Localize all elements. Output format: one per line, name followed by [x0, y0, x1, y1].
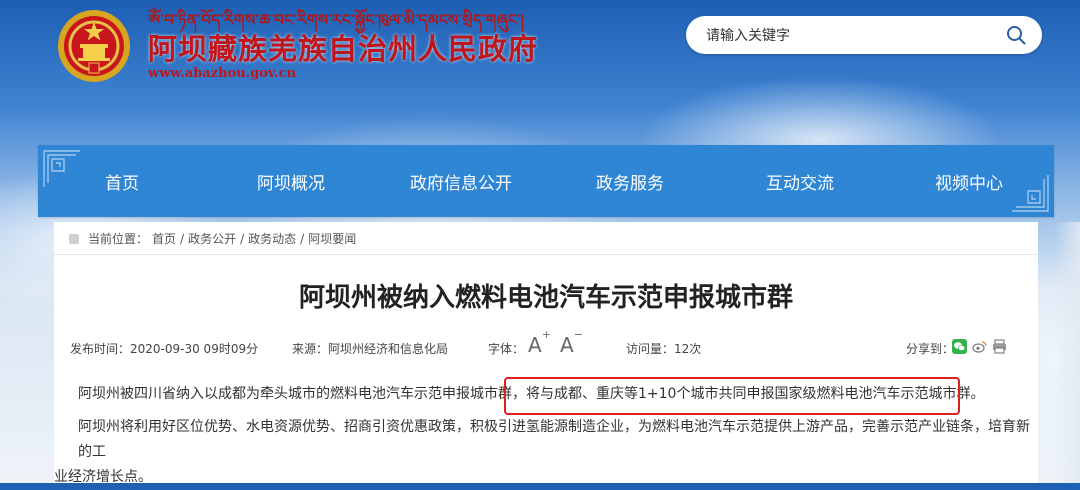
breadcrumb-prefix: 当前位置：	[88, 232, 149, 246]
share-label: 分享到：	[906, 342, 955, 356]
publish-time-label: 发布时间：	[70, 342, 131, 356]
breadcrumb-gov-affairs[interactable]: 政务公开	[188, 230, 236, 247]
main-nav: 首页 阿坝概况 政府信息公开 政务服务 互动交流 视频中心	[38, 145, 1054, 217]
nav-item-gov-info[interactable]: 政府信息公开	[410, 169, 512, 194]
page-edge-shade	[1054, 222, 1080, 483]
font-increase-sup: +	[541, 328, 551, 342]
breadcrumb-separator: /	[180, 231, 185, 246]
breadcrumb-aba-news[interactable]: 阿坝要闻	[308, 230, 356, 247]
font-decrease-button[interactable]: A−	[560, 329, 583, 357]
nav-item-video[interactable]: 视频中心	[935, 169, 1003, 194]
breadcrumb-gov-news[interactable]: 政务动态	[248, 230, 296, 247]
breadcrumb-home[interactable]: 首页	[152, 230, 176, 247]
nav-item-home[interactable]: 首页	[105, 169, 139, 194]
font-decrease-glyph: A	[560, 333, 574, 357]
divider	[54, 254, 1038, 255]
breadcrumb: 当前位置： 首页 / 政务公开 / 政务动态 / 阿坝要闻	[68, 230, 356, 247]
paragraph-2-line-2: 业经济增长点。	[54, 469, 152, 485]
views-count: 12次	[674, 342, 702, 356]
font-size-label: 字体：	[488, 342, 525, 356]
location-icon	[69, 233, 79, 244]
breadcrumb-separator: /	[240, 231, 245, 246]
breadcrumb-separator: /	[300, 231, 305, 246]
article-title: 阿坝州被纳入燃料电池汽车示范申报城市群	[298, 283, 793, 313]
nav-item-overview[interactable]: 阿坝概况	[257, 169, 325, 194]
corner-ornament-icon	[1012, 175, 1049, 212]
nav-item-services[interactable]: 政务服务	[596, 169, 664, 194]
highlight-annotation-box	[504, 377, 960, 415]
paragraph-1-lead: 阿坝州被四川省纳入以成都为牵头城市的燃料电池汽车示范申报城市群，	[78, 386, 526, 402]
search-input[interactable]	[704, 25, 988, 47]
site-url: www.abazhou.gov.cn	[148, 66, 297, 81]
search-box	[686, 16, 1042, 54]
corner-ornament-icon	[43, 150, 80, 187]
national-emblem-icon	[58, 10, 130, 82]
font-increase-glyph: A	[528, 333, 542, 357]
article-card: 当前位置： 首页 / 政务公开 / 政务动态 / 阿坝要闻 阿坝州被纳入燃料电池…	[54, 222, 1038, 485]
font-increase-button[interactable]: A+	[528, 329, 551, 357]
font-decrease-sup: −	[573, 328, 583, 342]
search-icon[interactable]	[1006, 25, 1026, 45]
article-meta: 发布时间： 2020-09-30 09时09分 来源： 阿坝州经济和信息化局 字…	[54, 329, 1038, 360]
print-icon[interactable]	[992, 339, 1007, 354]
site-name[interactable]: 阿坝藏族羌族自治州人民政府	[148, 26, 538, 68]
source-value: 阿坝州经济和信息化局	[328, 342, 449, 356]
views-label: 访问量：	[626, 342, 675, 356]
wechat-icon[interactable]	[952, 339, 967, 354]
source-label: 来源：	[292, 342, 329, 356]
paragraph-2-line-1: 阿坝州将利用好区位优势、水电资源优势、招商引资优惠政策，积极引进氢能源制造企业，…	[78, 419, 1030, 460]
paragraph-2: 阿坝州将利用好区位优势、水电资源优势、招商引资优惠政策，积极引进氢能源制造企业，…	[54, 415, 1034, 490]
nav-item-interaction[interactable]: 互动交流	[766, 169, 834, 194]
publish-time: 2020-09-30 09时09分	[130, 342, 259, 356]
weibo-icon[interactable]	[972, 339, 987, 354]
